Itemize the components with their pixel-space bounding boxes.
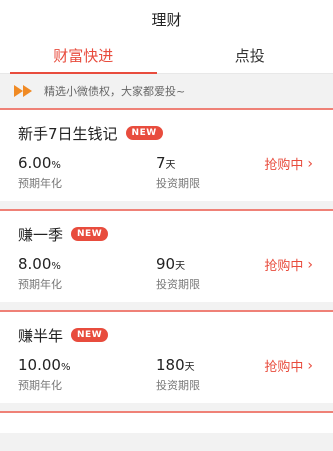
chevron-right-icon: › [307,357,313,374]
product-title: 赚半年 [18,326,64,345]
rate-label: 预期年化 [18,177,62,190]
notice-bar: 精选小微债权，大家都爱投~ [0,74,333,108]
new-badge: NEW [125,126,163,140]
product-card[interactable]: 赚一季 NEW 8.00% 预期年化 90天 投资期限 抢购中 › [0,209,333,302]
term-label: 投资期限 [156,278,200,291]
term-label: 投资期限 [156,379,200,392]
page-header: 理财 [0,0,333,38]
rate-unit: % [51,160,61,171]
term-unit: 天 [165,160,176,171]
term-unit: 天 [184,362,195,373]
product-card[interactable]: 新手7日生钱记 NEW 6.00% 预期年化 7天 投资期限 抢购中 › [0,108,333,201]
new-badge: NEW [71,328,109,342]
product-card[interactable]: 赚半年 NEW 10.00% 预期年化 180天 投资期限 抢购中 › [0,310,333,403]
term-value: 90 [156,255,176,273]
wealth-page: 理财 财富快进 点投 精选小微债权，大家都爱投~ 新手7日生钱记 NEW 6.0… [0,0,333,451]
term-value: 7 [156,154,166,172]
buy-button[interactable]: 抢购中 › [264,255,313,275]
product-title: 新手7日生钱记 [18,124,118,143]
double-arrow-right-icon [14,84,36,98]
tab-label: 点投 [234,47,265,65]
rate-value: 6.00 [18,154,52,172]
rate-value: 10.00 [18,356,61,374]
chevron-right-icon: › [307,155,313,172]
chevron-right-icon: › [307,256,313,273]
tab-bar: 财富快进 点投 [0,38,333,74]
new-badge: NEW [71,227,109,241]
term-unit: 天 [175,261,186,272]
rate-label: 预期年化 [18,379,62,392]
buy-button[interactable]: 抢购中 › [264,154,313,174]
term-label: 投资期限 [156,177,200,190]
tab-label: 财富快进 [53,47,114,65]
rate-value: 8.00 [18,255,52,273]
product-title: 赚一季 [18,225,64,244]
buy-button[interactable]: 抢购中 › [264,356,313,376]
product-card-partial[interactable] [0,411,333,433]
term-value: 180 [156,356,185,374]
tab-wealth-fast[interactable]: 财富快进 [0,38,167,74]
rate-unit: % [51,261,61,272]
rate-label: 预期年化 [18,278,62,291]
card-accent-line [0,411,333,413]
buy-label: 抢购中 [264,158,304,173]
notice-text: 精选小微债权，大家都爱投~ [44,85,186,98]
buy-label: 抢购中 [264,360,304,375]
tab-point-invest[interactable]: 点投 [167,38,333,73]
buy-label: 抢购中 [264,259,304,274]
page-title: 理财 [151,10,182,29]
rate-unit: % [60,362,71,373]
